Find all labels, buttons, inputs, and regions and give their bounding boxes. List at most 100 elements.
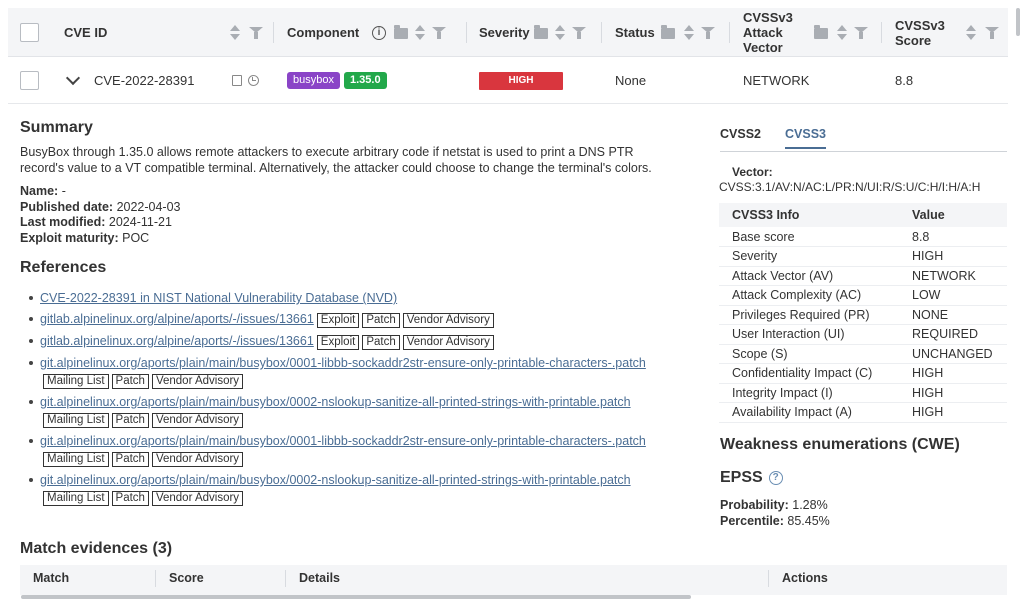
- column-divider: [768, 570, 769, 587]
- reference-tags: Mailing List Patch Vendor Advisory: [40, 372, 700, 389]
- filter-icon[interactable]: [249, 26, 263, 40]
- vertical-scrollbar[interactable]: [1016, 8, 1020, 36]
- status-controls: [661, 8, 715, 57]
- reference-tag: Vendor Advisory: [402, 313, 494, 328]
- horizontal-scrollbar[interactable]: [21, 595, 691, 599]
- table-row: User Interaction (UI) REQUIRED: [719, 324, 1007, 345]
- column-header-cve-id[interactable]: CVE ID: [64, 8, 107, 57]
- version-badge: 1.35.0: [343, 72, 387, 89]
- select-all-checkbox[interactable]: [20, 23, 39, 42]
- column-divider: [285, 570, 286, 587]
- reference-tag: Patch: [362, 335, 400, 350]
- table-row: Privileges Required (PR) NONE: [719, 305, 1007, 325]
- reference-item: gitlab.alpinelinux.org/alpine/aports/-/i…: [29, 311, 700, 328]
- folder-icon[interactable]: [661, 25, 675, 39]
- help-icon[interactable]: ?: [768, 471, 783, 485]
- table-row: Attack Vector (AV) NETWORK: [719, 266, 1007, 286]
- reference-tag: Vendor Advisory: [151, 491, 244, 506]
- reference-tag: Patch: [362, 313, 400, 328]
- table-row: Availability Impact (A) HIGH: [719, 402, 1007, 423]
- filter-icon[interactable]: [572, 26, 586, 40]
- score-cell: 8.8: [895, 73, 914, 88]
- column-header-component[interactable]: Component: [287, 8, 359, 57]
- component-cell: busybox 1.35.0: [287, 57, 387, 104]
- column-divider: [273, 22, 274, 43]
- cwe-heading: Weakness enumerations (CWE): [720, 436, 960, 453]
- filter-icon[interactable]: [701, 26, 715, 40]
- reference-tag: Patch: [111, 374, 149, 389]
- score-controls: [965, 8, 999, 57]
- reference-link[interactable]: git.alpinelinux.org/aports/plain/main/bu…: [40, 395, 631, 409]
- summary-text: BusyBox through 1.35.0 allows remote att…: [20, 145, 652, 175]
- column-header-info: CVSS3 Info: [719, 203, 899, 227]
- cvss3-table-header: CVSS3 Info Value: [719, 203, 1007, 227]
- summary-meta: Name: - Published date: 2022-04-03 Last …: [20, 184, 420, 246]
- reference-tag: Vendor Advisory: [151, 413, 244, 428]
- tab-cvss2[interactable]: CVSS2: [720, 127, 761, 141]
- meta-published: Published date: 2022-04-03: [20, 199, 181, 214]
- reference-link[interactable]: git.alpinelinux.org/aports/plain/main/bu…: [40, 473, 631, 487]
- reference-item: git.alpinelinux.org/aports/plain/main/bu…: [29, 433, 700, 467]
- filter-icon[interactable]: [432, 26, 446, 40]
- column-header-status[interactable]: Status: [615, 8, 655, 57]
- column-divider: [155, 570, 156, 587]
- table-row: Attack Complexity (AC) LOW: [719, 285, 1007, 306]
- column-header-match[interactable]: Match: [33, 565, 69, 591]
- severity-badge: HIGH: [479, 71, 563, 90]
- reference-tags: Mailing List Patch Vendor Advisory: [40, 489, 700, 506]
- filter-icon[interactable]: [854, 26, 868, 40]
- reference-link[interactable]: gitlab.alpinelinux.org/alpine/aports/-/i…: [40, 334, 314, 348]
- match-evidences-heading: Match evidences (3): [20, 540, 173, 557]
- reference-tag: Patch: [111, 413, 149, 428]
- column-divider: [881, 22, 882, 43]
- column-header-severity[interactable]: Severity: [479, 8, 530, 57]
- reference-tag: Mailing List: [43, 491, 109, 506]
- column-header-details[interactable]: Details: [299, 565, 340, 591]
- reference-tag: Mailing List: [43, 413, 109, 428]
- table-header: CVE ID Component i Severity Status CVSSv…: [8, 8, 1008, 57]
- epss-probability: Probability: 1.28%: [720, 498, 828, 512]
- reference-link[interactable]: gitlab.alpinelinux.org/alpine/aports/-/i…: [40, 312, 314, 326]
- table-row: Confidentiality Impact (C) HIGH: [719, 363, 1007, 384]
- reference-link[interactable]: CVE-2022-28391 in NIST National Vulnerab…: [40, 291, 397, 305]
- column-divider: [466, 22, 467, 43]
- column-divider: [601, 22, 602, 43]
- cve-actions: [232, 57, 259, 104]
- reference-link[interactable]: git.alpinelinux.org/aports/plain/main/bu…: [40, 434, 646, 448]
- filter-icon[interactable]: [985, 26, 999, 40]
- reference-item: gitlab.alpinelinux.org/alpine/aports/-/i…: [29, 333, 700, 350]
- meta-name: Name: -: [20, 184, 66, 198]
- component-badge[interactable]: busybox: [287, 72, 340, 89]
- history-icon[interactable]: [248, 75, 259, 86]
- reference-tag: Vendor Advisory: [402, 335, 494, 350]
- tab-cvss3[interactable]: CVSS3: [785, 127, 826, 149]
- info-icon[interactable]: i: [372, 25, 386, 40]
- sort-icon[interactable]: [554, 24, 566, 42]
- severity-cell: HIGH: [479, 57, 563, 104]
- table-row: Base score 8.8: [719, 227, 1007, 247]
- reference-item: git.alpinelinux.org/aports/plain/main/bu…: [29, 472, 700, 506]
- references-list: CVE-2022-28391 in NIST National Vulnerab…: [29, 290, 700, 511]
- column-divider: [729, 22, 730, 43]
- reference-tag: Vendor Advisory: [151, 374, 244, 389]
- sort-icon[interactable]: [229, 24, 241, 42]
- row-checkbox[interactable]: [20, 71, 39, 90]
- reference-link[interactable]: git.alpinelinux.org/aports/plain/main/bu…: [40, 356, 646, 370]
- column-header-score[interactable]: CVSSv3 Score: [895, 8, 950, 57]
- sort-icon[interactable]: [414, 24, 426, 42]
- sort-icon[interactable]: [965, 24, 977, 42]
- sort-icon[interactable]: [683, 24, 695, 42]
- column-header-score[interactable]: Score: [169, 565, 204, 591]
- table-row[interactable]: CVE-2022-28391 busybox 1.35.0 HIGH None …: [8, 57, 1008, 104]
- sort-icon[interactable]: [836, 24, 848, 42]
- meta-exploit: Exploit maturity: POC: [20, 230, 150, 245]
- column-header-attack-vector[interactable]: CVSSv3 Attack Vector: [743, 8, 803, 57]
- meta-modified: Last modified: 2024-11-21: [20, 215, 172, 229]
- copy-icon[interactable]: [232, 75, 242, 86]
- column-header-actions[interactable]: Actions: [782, 565, 828, 591]
- reference-item: git.alpinelinux.org/aports/plain/main/bu…: [29, 394, 700, 428]
- folder-icon[interactable]: [814, 25, 828, 39]
- folder-icon[interactable]: [394, 25, 408, 39]
- expand-toggle[interactable]: [65, 57, 81, 104]
- folder-icon[interactable]: [534, 25, 548, 39]
